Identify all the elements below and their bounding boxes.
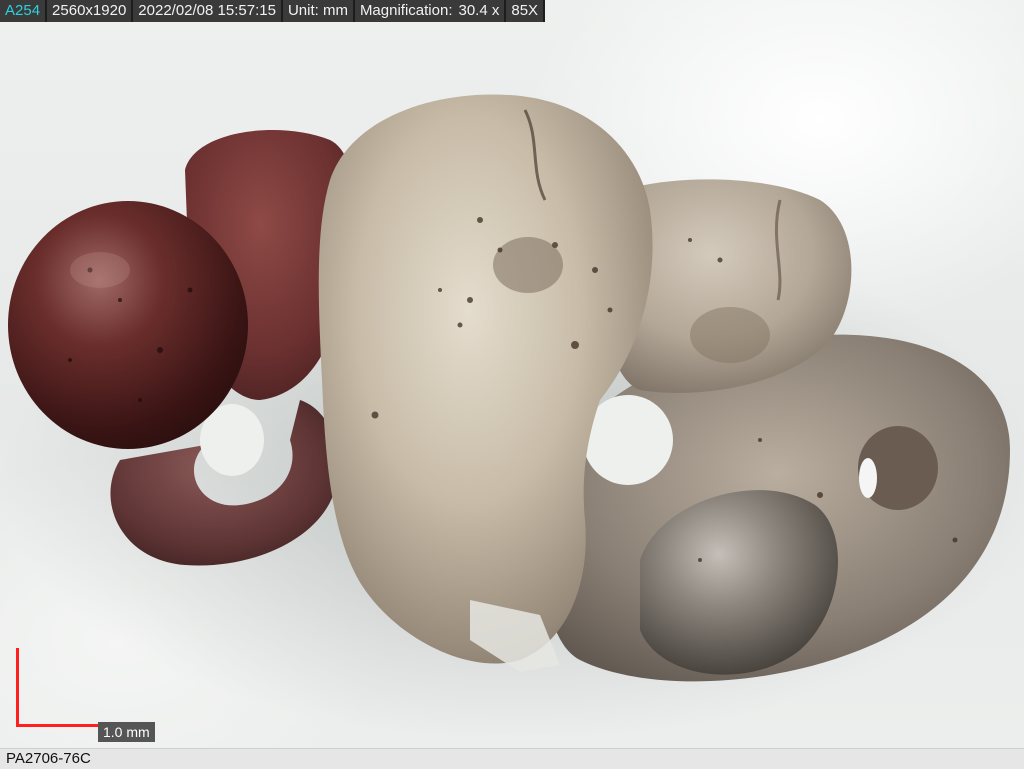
- scale-bar-label: 1.0 mm: [98, 722, 155, 742]
- info-bar: A254 2560x1920 2022/02/08 15:57:15 Unit:…: [0, 0, 546, 22]
- magnification: Magnification: 30.4 x: [354, 0, 507, 22]
- image-id: A254: [0, 0, 48, 22]
- microscope-viewport: A254 2560x1920 2022/02/08 15:57:15 Unit:…: [0, 0, 1024, 748]
- resolution: 2560x1920: [47, 0, 134, 22]
- objective: 85X: [506, 0, 546, 22]
- specimen-image: [0, 94, 1024, 740]
- scale-bar-vertical: [16, 648, 19, 727]
- footer-bar: PA2706-76C: [0, 748, 1024, 769]
- magnification-value: 30.4 x: [458, 2, 500, 19]
- unit-label: Unit: mm: [282, 0, 355, 22]
- timestamp: 2022/02/08 15:57:15: [133, 0, 283, 22]
- magnification-label: Magnification:: [359, 2, 453, 19]
- scale-bar-horizontal: [16, 724, 98, 727]
- sample-id: PA2706-76C: [6, 750, 91, 767]
